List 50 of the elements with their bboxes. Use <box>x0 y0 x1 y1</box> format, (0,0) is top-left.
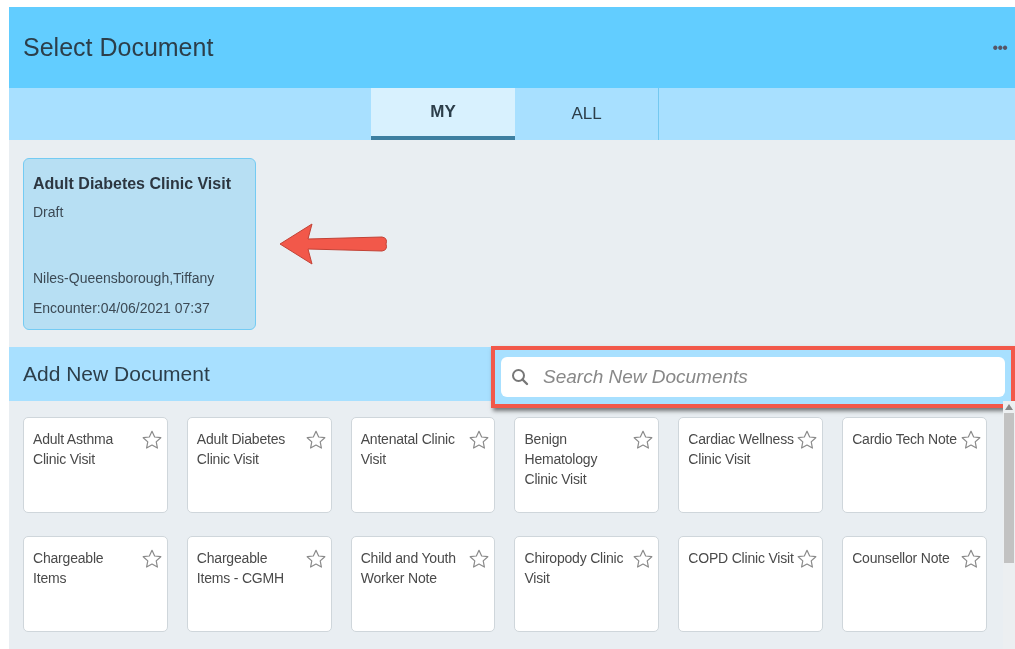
document-card[interactable]: Adult Asthma Clinic Visit <box>23 417 168 513</box>
star-icon[interactable] <box>960 548 982 570</box>
document-card[interactable]: Antenatal Clinic Visit <box>350 417 496 513</box>
star-icon[interactable] <box>304 429 327 451</box>
more-button[interactable]: ••• <box>992 35 1007 60</box>
document-card[interactable]: Cardiac Wellness Clinic Visit <box>678 417 824 513</box>
document-name: Adult Asthma Clinic Visit <box>33 430 115 469</box>
star-icon[interactable] <box>304 548 327 570</box>
document-name: Chiropody Clinic Visit <box>524 549 625 588</box>
document-name: Cardio Tech Note <box>852 430 957 449</box>
document-card[interactable]: Cardio Tech Note <box>842 417 987 513</box>
star-icon[interactable] <box>796 548 819 570</box>
document-status: Draft <box>33 203 65 222</box>
star-icon[interactable] <box>468 548 491 570</box>
document-card[interactable]: Chargeable Items - CGMH <box>186 536 332 632</box>
document-name: Chargeable Items <box>33 549 105 588</box>
document-author: Niles-Queensborough,Tiffany <box>33 269 216 288</box>
document-name: Cardiac Wellness Clinic Visit <box>688 430 795 469</box>
encounter-date: Encounter:04/06/2021 07:37 <box>33 299 211 318</box>
star-icon[interactable] <box>796 429 819 451</box>
document-card[interactable]: Adult Diabetes Clinic Visit <box>186 417 332 513</box>
star-icon[interactable] <box>632 548 655 570</box>
document-name: Child and Youth Worker Note <box>360 549 457 588</box>
document-card[interactable]: COPD Clinic Visit <box>678 536 824 632</box>
document-card[interactable]: Chargeable Items <box>23 536 168 632</box>
search-field[interactable]: Search New Documents <box>501 357 1005 397</box>
star-icon[interactable] <box>468 429 491 451</box>
document-card[interactable]: Counsellor Note <box>842 536 987 632</box>
document-card[interactable]: Benign Hematology Clinic Visit <box>514 417 660 513</box>
star-icon[interactable] <box>960 429 982 451</box>
document-title: Adult Diabetes Clinic Visit <box>33 174 232 194</box>
search-icon <box>511 368 529 386</box>
section-title: Add New Document <box>23 361 210 388</box>
star-icon[interactable] <box>140 548 163 570</box>
document-name: COPD Clinic Visit <box>688 549 794 568</box>
star-icon[interactable] <box>632 429 655 451</box>
document-card[interactable]: Child and Youth Worker Note <box>350 536 496 632</box>
document-name: Benign Hematology Clinic Visit <box>524 430 599 489</box>
draft-document-card[interactable]: Adult Diabetes Clinic Visit Draft Niles-Queensborough,Tiffany Encounter:04/06/2021 07:37 <box>23 158 256 330</box>
document-card[interactable]: Chiropody Clinic Visit <box>514 536 660 632</box>
scroll-up-icon[interactable] <box>1005 404 1013 410</box>
document-name: Adult Diabetes Clinic Visit <box>196 430 287 469</box>
star-icon[interactable] <box>140 429 163 451</box>
tab[interactable]: MY <box>371 88 515 140</box>
scrollbar-thumb[interactable] <box>1004 413 1014 563</box>
document-name: Counsellor Note <box>852 549 950 568</box>
tab[interactable]: ALL <box>515 88 659 140</box>
document-name: Antenatal Clinic Visit <box>360 430 456 469</box>
window-title: Select Document <box>23 31 214 63</box>
document-name: Chargeable Items - CGMH <box>196 549 285 588</box>
